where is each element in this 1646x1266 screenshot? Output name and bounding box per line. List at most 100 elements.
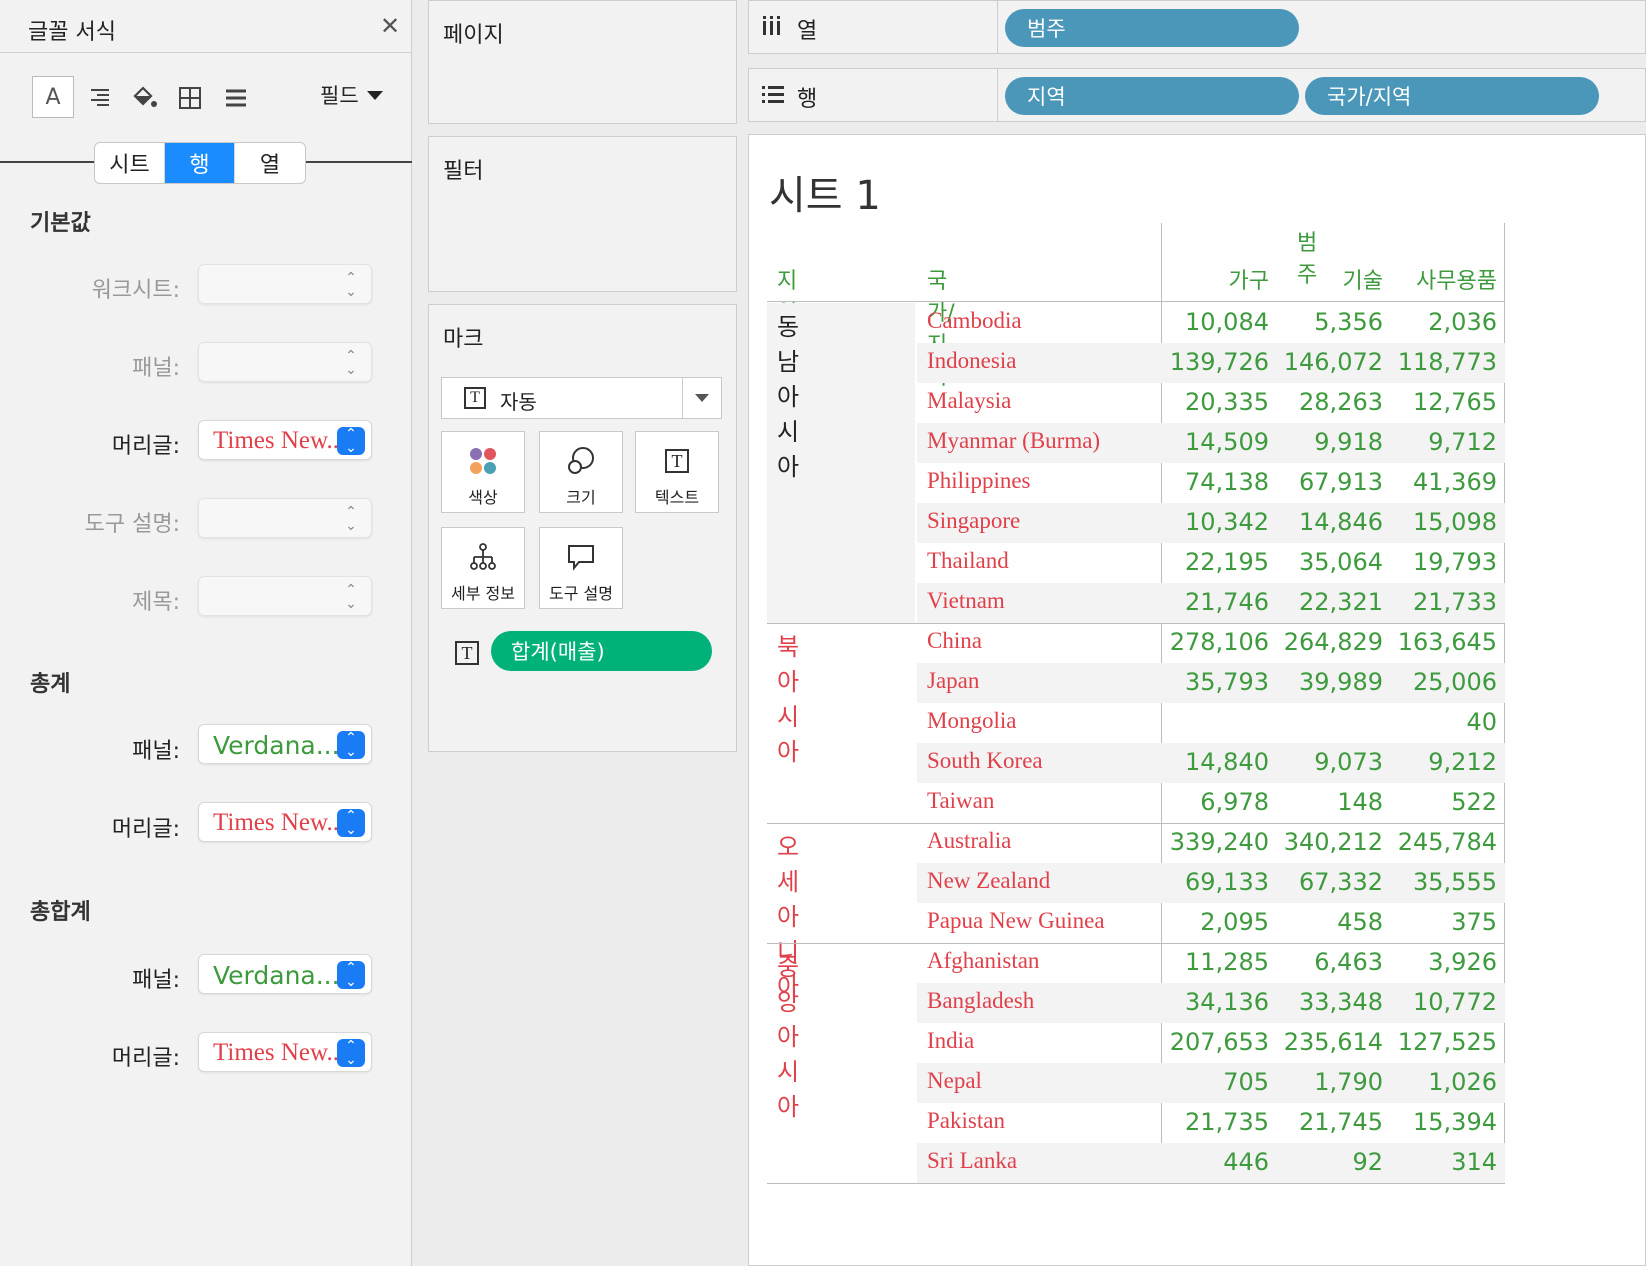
value-cell: 3,926 xyxy=(1428,948,1497,976)
tab-rows[interactable]: 행 xyxy=(165,143,235,183)
tab-sheet[interactable]: 시트 xyxy=(95,143,165,183)
alignment-icon[interactable] xyxy=(82,80,118,116)
value-cell: 314 xyxy=(1451,1148,1497,1176)
stepper-icon: ⌃ ⌄ xyxy=(345,504,357,534)
pages-card-title: 페이지 xyxy=(443,23,504,48)
category-header: 사무용품 xyxy=(1416,269,1497,294)
country-pill[interactable]: 국가/지역 xyxy=(1305,77,1599,115)
pane-font-select: ⌃ ⌄ xyxy=(198,342,372,382)
stepper-icon: ⌃ ⌄ xyxy=(345,270,357,300)
size-mark-button[interactable]: 크기 xyxy=(539,431,623,513)
country-cell: Cambodia xyxy=(927,308,1022,333)
detail-mark-button[interactable]: 세부 정보 xyxy=(441,527,525,609)
region-pill[interactable]: 지역 xyxy=(1005,77,1299,115)
country-cell: Malaysia xyxy=(927,388,1012,413)
divider xyxy=(0,52,412,53)
value-cell: 33,348 xyxy=(1299,988,1383,1016)
country-cell: Indonesia xyxy=(927,348,1017,373)
stepper-icon: ⌃ ⌄ xyxy=(337,809,365,837)
header-font-select[interactable]: Times New... ⌃ ⌄ xyxy=(198,420,372,460)
region-cell: 중앙아시아 xyxy=(777,955,801,1121)
value-cell: 163,645 xyxy=(1397,628,1497,656)
totals-pane-font-select[interactable]: Verdana... ⌃ ⌄ xyxy=(198,724,372,764)
value-cell: 9,212 xyxy=(1428,748,1497,776)
select-value: Verdana... xyxy=(213,961,340,990)
tooltip-mark-button[interactable]: 도구 설명 xyxy=(539,527,623,609)
section-totals-title: 총계 xyxy=(30,672,71,697)
value-cell: 40 xyxy=(1466,708,1497,736)
totals-header-font-select[interactable]: Times New... ⌃ ⌄ xyxy=(198,802,372,842)
color-mark-label: 색상 xyxy=(468,488,498,507)
mark-type-dropdown[interactable]: T 자동 xyxy=(441,377,722,419)
text-mark-button[interactable]: T 텍스트 xyxy=(635,431,719,513)
detail-tree-icon xyxy=(442,542,524,572)
value-cell: 21,735 xyxy=(1185,1108,1269,1136)
value-cell: 34,136 xyxy=(1185,988,1269,1016)
header-label: 머리글: xyxy=(111,434,180,459)
borders-icon[interactable] xyxy=(172,80,208,116)
stepper-icon: ⌃ ⌄ xyxy=(337,427,365,455)
country-cell: Pakistan xyxy=(927,1108,1005,1133)
country-cell: Japan xyxy=(927,668,980,693)
font-format-icon[interactable]: A xyxy=(32,76,74,118)
value-cell: 9,918 xyxy=(1314,428,1383,456)
country-cell: Vietnam xyxy=(927,588,1005,613)
country-cell: Thailand xyxy=(927,548,1009,573)
field-dropdown[interactable]: 필드 xyxy=(320,80,383,110)
category-header: 기술 xyxy=(1342,269,1383,294)
country-cell: Papua New Guinea xyxy=(927,908,1105,933)
tab-columns[interactable]: 열 xyxy=(235,143,305,183)
value-cell: 264,829 xyxy=(1283,628,1383,656)
pages-card[interactable]: 페이지 xyxy=(428,0,737,124)
value-cell: 41,369 xyxy=(1413,468,1497,496)
sum-sales-pill[interactable]: 합계(매출) xyxy=(491,631,712,671)
marks-card-title: 마크 xyxy=(443,327,484,352)
value-cell: 127,525 xyxy=(1397,1028,1497,1056)
value-cell: 35,793 xyxy=(1185,668,1269,696)
value-cell: 10,772 xyxy=(1413,988,1497,1016)
grand-totals-header-font-select[interactable]: Times New... ⌃ ⌄ xyxy=(198,1032,372,1072)
stepper-icon: ⌃ ⌄ xyxy=(345,582,357,612)
select-value: Verdana... xyxy=(213,731,340,760)
filters-card[interactable]: 필터 xyxy=(428,136,737,292)
select-value: Times New... xyxy=(213,427,343,454)
lines-icon[interactable] xyxy=(218,80,254,116)
value-cell: 14,840 xyxy=(1185,748,1269,776)
group-rule xyxy=(767,943,1505,944)
grand-totals-pane-font-select[interactable]: Verdana... ⌃ ⌄ xyxy=(198,954,372,994)
detail-mark-label: 세부 정보 xyxy=(451,584,515,603)
close-icon[interactable]: ✕ xyxy=(380,12,400,40)
value-cell: 22,321 xyxy=(1299,588,1383,616)
region-cell: 북아시아 xyxy=(777,635,801,766)
value-cell: 28,263 xyxy=(1299,388,1383,416)
country-cell: South Korea xyxy=(927,748,1043,773)
select-value: Times New... xyxy=(213,1039,343,1066)
value-cell: 92 xyxy=(1352,1148,1383,1176)
group-rule xyxy=(767,623,1505,624)
value-cell: 10,342 xyxy=(1185,508,1269,536)
category-pill[interactable]: 범주 xyxy=(1005,9,1299,47)
color-mark-button[interactable]: 색상 xyxy=(441,431,525,513)
rows-shelf-label: 행 xyxy=(797,87,818,112)
text-mark-icon: T xyxy=(464,387,486,409)
value-cell: 19,793 xyxy=(1413,548,1497,576)
shading-bucket-icon[interactable] xyxy=(126,80,162,116)
speech-bubble-icon xyxy=(540,542,622,572)
text-encoding-icon: T xyxy=(455,641,479,665)
value-cell: 339,240 xyxy=(1169,828,1269,856)
tableau-workspace: 글꼴 서식 ✕ A 필드 시트 행 열 기본값 워크시트: ⌃ ⌄ 패널: ⌃ … xyxy=(0,0,1646,1266)
color-dots-icon xyxy=(442,446,524,476)
sheet-view: 시트 1 지역국가/지역범주가구기술사무용품Cambodia10,0845,35… xyxy=(748,134,1646,1266)
value-cell: 340,212 xyxy=(1283,828,1383,856)
value-cell: 1,026 xyxy=(1428,1068,1497,1096)
value-cell: 446 xyxy=(1223,1148,1269,1176)
mark-type-label: 자동 xyxy=(500,390,537,414)
value-cell: 5,356 xyxy=(1314,308,1383,336)
select-value: Times New... xyxy=(213,809,343,836)
divider xyxy=(682,378,683,418)
country-cell: India xyxy=(927,1028,975,1053)
tooltip-label: 도구 설명: xyxy=(84,512,180,537)
country-cell: Nepal xyxy=(927,1068,982,1093)
divider xyxy=(997,69,998,121)
value-cell: 705 xyxy=(1223,1068,1269,1096)
